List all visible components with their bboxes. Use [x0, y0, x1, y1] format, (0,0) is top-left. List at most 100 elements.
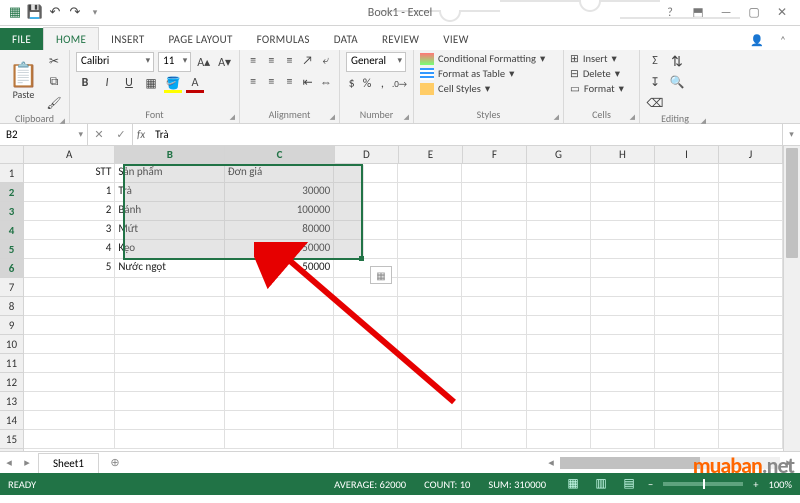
enter-formula-icon[interactable]: ✓ [110, 128, 132, 141]
cell[interactable] [334, 411, 398, 429]
cell[interactable] [398, 259, 462, 277]
percent-icon[interactable]: % [361, 75, 372, 93]
cell[interactable] [527, 202, 591, 220]
new-sheet-icon[interactable]: ⊕ [105, 456, 125, 469]
cell[interactable]: 100000 [225, 202, 334, 220]
cell[interactable] [591, 278, 655, 296]
cell[interactable] [24, 278, 115, 296]
increase-decimal-icon[interactable]: .0→ [392, 75, 407, 93]
cell[interactable] [655, 240, 719, 258]
cell[interactable] [591, 240, 655, 258]
copy-icon[interactable]: ⧉ [45, 73, 63, 91]
cell[interactable]: 5 [24, 259, 115, 277]
collapse-ribbon-icon[interactable]: ˄ [772, 30, 794, 50]
align-bottom-icon[interactable]: ≡ [282, 52, 296, 70]
cell[interactable] [398, 335, 462, 353]
cell[interactable] [591, 316, 655, 334]
cell[interactable]: Kẹo [115, 240, 224, 258]
cell[interactable] [591, 164, 655, 182]
tab-file[interactable]: FILE [0, 28, 43, 50]
cell[interactable]: Trà [115, 183, 224, 201]
zoom-in-icon[interactable]: + [753, 478, 758, 491]
font-color-icon[interactable]: A [186, 74, 204, 92]
wrap-text-icon[interactable]: ⤶ [319, 52, 333, 70]
cell[interactable] [398, 221, 462, 239]
col-header-A[interactable]: A [24, 146, 115, 163]
cut-icon[interactable]: ✂ [45, 52, 63, 70]
cell[interactable]: 4 [24, 240, 115, 258]
tab-page-layout[interactable]: PAGE LAYOUT [156, 28, 244, 50]
cell[interactable] [591, 259, 655, 277]
cell[interactable] [334, 316, 398, 334]
cell[interactable] [398, 202, 462, 220]
tab-scroll-left-icon[interactable]: ◂ [0, 456, 18, 469]
col-header-F[interactable]: F [463, 146, 527, 163]
cell[interactable] [655, 430, 719, 448]
cell[interactable] [225, 411, 334, 429]
undo-icon[interactable]: ↶ [46, 4, 64, 22]
cell[interactable] [462, 335, 526, 353]
border-icon[interactable]: ▦ [142, 74, 160, 92]
cell[interactable] [719, 430, 783, 448]
format-as-table-button[interactable]: Format as Table ▾ [420, 67, 557, 80]
cell[interactable] [225, 373, 334, 391]
fill-icon[interactable]: ↧ [646, 73, 664, 91]
cell[interactable] [719, 221, 783, 239]
page-layout-view-icon[interactable]: ▥ [592, 476, 610, 492]
align-left-icon[interactable]: ≡ [246, 73, 260, 91]
cell[interactable] [334, 392, 398, 410]
col-header-B[interactable]: B [115, 146, 225, 163]
row-header-9[interactable]: 9 [0, 316, 23, 335]
row-header-8[interactable]: 8 [0, 297, 23, 316]
cell[interactable]: 3 [24, 221, 115, 239]
cell[interactable] [655, 202, 719, 220]
bold-button[interactable]: B [76, 74, 94, 92]
row-header-5[interactable]: 5 [0, 240, 23, 259]
cell[interactable]: 50000 [225, 259, 334, 277]
cell[interactable] [527, 392, 591, 410]
cell[interactable] [719, 164, 783, 182]
cell[interactable] [334, 240, 398, 258]
col-header-I[interactable]: I [655, 146, 719, 163]
decrease-font-icon[interactable]: A▾ [216, 53, 233, 71]
cell[interactable] [655, 183, 719, 201]
cell[interactable] [527, 430, 591, 448]
cell[interactable] [334, 164, 398, 182]
row-header-11[interactable]: 11 [0, 354, 23, 373]
accounting-icon[interactable]: $ [346, 75, 357, 93]
cell[interactable] [225, 316, 334, 334]
cell[interactable] [527, 259, 591, 277]
underline-button[interactable]: U [120, 74, 138, 92]
cell[interactable]: 2 [24, 202, 115, 220]
cell[interactable] [655, 297, 719, 315]
cell[interactable] [719, 202, 783, 220]
row-header-2[interactable]: 2 [0, 183, 23, 202]
cell[interactable] [462, 240, 526, 258]
cell[interactable] [719, 240, 783, 258]
cell[interactable]: 80000 [225, 221, 334, 239]
row-header-14[interactable]: 14 [0, 411, 23, 430]
cell[interactable] [334, 354, 398, 372]
cell[interactable] [334, 430, 398, 448]
cell[interactable] [591, 202, 655, 220]
cell[interactable] [334, 335, 398, 353]
cell[interactable] [462, 316, 526, 334]
cell[interactable] [655, 335, 719, 353]
cell[interactable] [398, 411, 462, 429]
row-header-15[interactable]: 15 [0, 430, 23, 449]
font-name-combo[interactable]: Calibri [76, 52, 154, 72]
cell[interactable] [24, 373, 115, 391]
cell[interactable] [655, 259, 719, 277]
cell[interactable] [334, 297, 398, 315]
clear-icon[interactable]: ⌫ [646, 94, 664, 112]
cell[interactable] [225, 354, 334, 372]
cell[interactable] [115, 335, 224, 353]
qat-customize-icon[interactable]: ▾ [86, 4, 104, 22]
row-header-10[interactable]: 10 [0, 335, 23, 354]
merge-center-icon[interactable]: ⇔ [319, 73, 333, 91]
cell[interactable] [398, 297, 462, 315]
cell[interactable] [527, 316, 591, 334]
align-right-icon[interactable]: ≡ [282, 73, 296, 91]
cell[interactable] [591, 335, 655, 353]
account-icon[interactable]: 👤 [746, 30, 768, 50]
